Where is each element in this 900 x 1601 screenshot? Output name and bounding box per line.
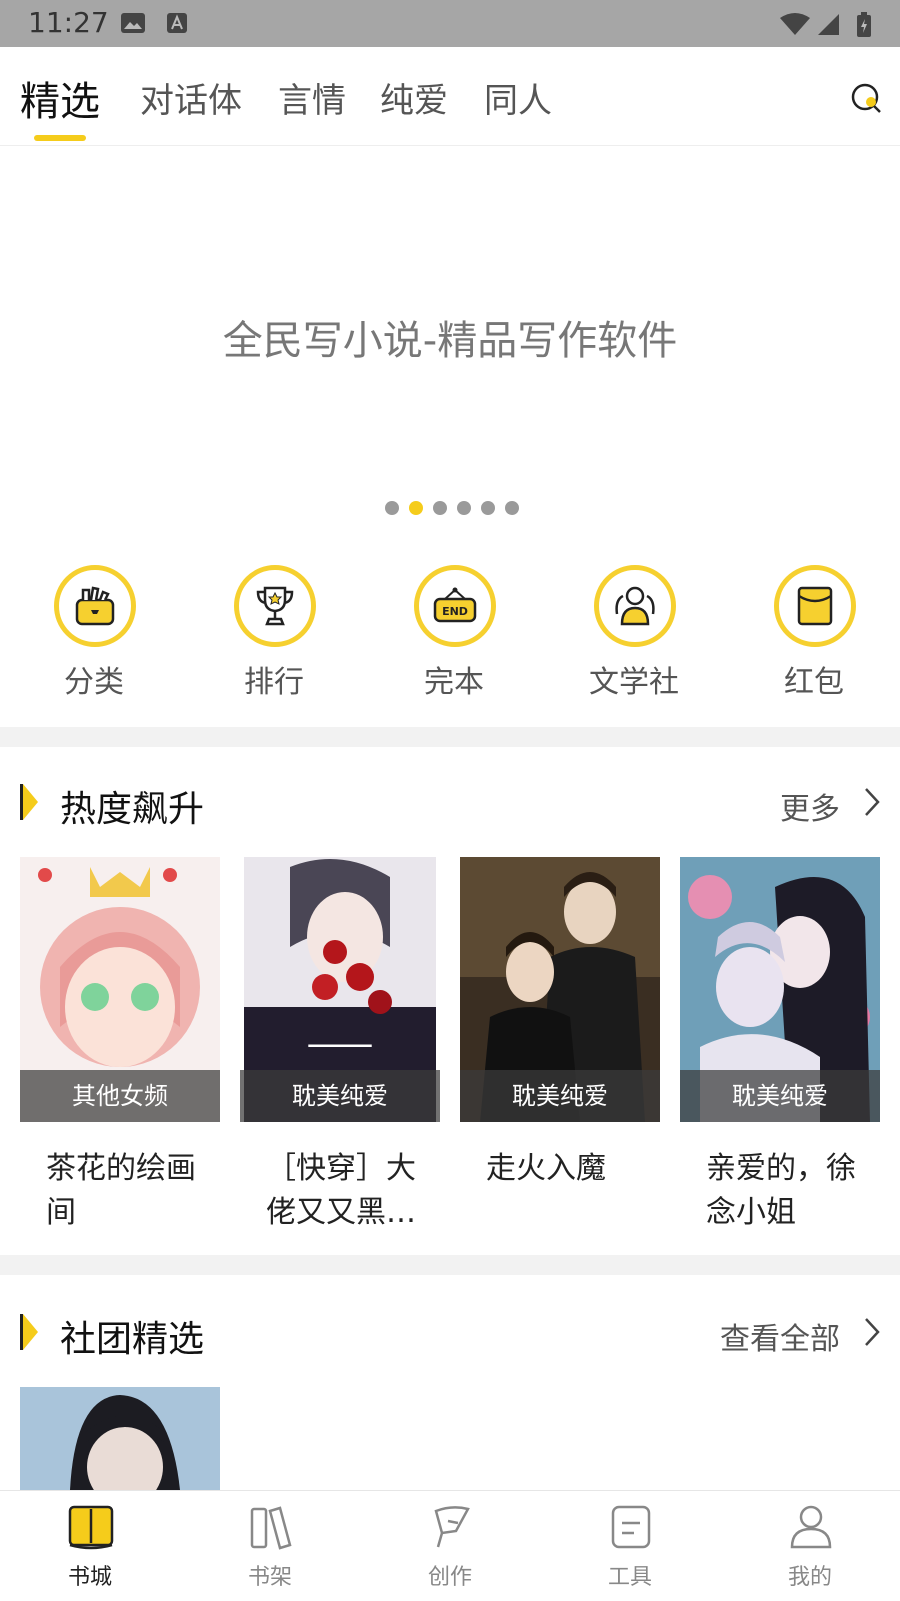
- carousel-dots: [0, 501, 900, 515]
- book-tag: 耽美纯爱: [460, 1070, 660, 1122]
- svg-text:⸺: ⸺: [306, 1021, 373, 1067]
- nav-create[interactable]: 创作: [390, 1491, 510, 1601]
- bookshelf-icon: [250, 1506, 292, 1550]
- tab-pure-love[interactable]: 纯爱: [380, 73, 448, 122]
- book-cover: 耽美纯爱: [460, 857, 660, 1122]
- document-tool-icon: [611, 1505, 651, 1549]
- entry-ranking-label: 排行: [244, 665, 304, 700]
- club-people-icon: [594, 565, 676, 647]
- nav-bookstore[interactable]: 书城: [30, 1491, 150, 1601]
- tab-fan-fiction[interactable]: 同人: [484, 73, 552, 122]
- entry-completed-label: 完本: [424, 665, 484, 700]
- entry-literary-club-label: 文学社: [589, 665, 679, 700]
- status-time: 11:27: [28, 6, 109, 39]
- nav-tools[interactable]: 工具: [570, 1491, 690, 1601]
- book-tag: 耽美纯爱: [240, 1070, 440, 1122]
- carousel-dot: [481, 501, 495, 515]
- chevron-right-icon[interactable]: [862, 786, 882, 818]
- nav-bookshelf[interactable]: 书架: [210, 1491, 330, 1601]
- nav-profile[interactable]: 我的: [750, 1491, 870, 1601]
- entry-red-envelope-label: 红包: [784, 665, 844, 700]
- entry-category-label: 分类: [64, 665, 124, 700]
- category-tabs: 精选 对话体 言情 纯爱 同人: [0, 47, 900, 146]
- carousel-dot: [505, 501, 519, 515]
- carousel-dot-active: [409, 501, 423, 515]
- svg-text:END: END: [442, 605, 468, 618]
- section-divider: [0, 1255, 900, 1275]
- nav-bookshelf-label: 书架: [247, 1565, 292, 1590]
- active-tab-indicator: [34, 135, 86, 141]
- book-title: 茶花的绘画间: [46, 1151, 196, 1230]
- hot-more-link[interactable]: 更多: [780, 784, 840, 828]
- open-book-icon: [68, 1505, 114, 1550]
- red-envelope-icon: [774, 565, 856, 647]
- nav-bookstore-label: 书城: [67, 1565, 112, 1590]
- book-cover: 其他女频: [20, 857, 220, 1122]
- tab-romance[interactable]: 言情: [278, 73, 346, 122]
- book-cover: ⸺ 耽美纯爱: [240, 857, 440, 1122]
- club-section-header: 社团精选 查看全部: [0, 1302, 900, 1362]
- tab-dialogue[interactable]: 对话体: [140, 73, 242, 122]
- section-flag-icon: [20, 784, 38, 820]
- section-divider: [0, 727, 900, 747]
- hot-section-header: 热度飙升 更多: [0, 772, 900, 832]
- status-bar: 11:27: [0, 0, 900, 47]
- category-bag-icon: [54, 565, 136, 647]
- battery-icon: [857, 12, 871, 37]
- book-title: 亲爱的，徐念小姐: [706, 1151, 856, 1230]
- quick-entries: 分类 排行 END 完本 文学社 红包: [0, 565, 900, 700]
- pen-create-icon: [434, 1506, 470, 1548]
- club-cover-image[interactable]: [20, 1387, 220, 1490]
- book-cover: 耽美纯爱: [680, 857, 880, 1122]
- bottom-nav: 书城 书架 创作 工具 我的: [0, 1490, 900, 1601]
- search-icon[interactable]: [850, 82, 882, 114]
- signal-icon: [818, 14, 839, 35]
- image-notification-icon: [121, 13, 145, 33]
- book-title: ［快穿］大佬又又黑…: [266, 1151, 416, 1230]
- carousel-dot: [457, 501, 471, 515]
- section-flag-icon: [20, 1314, 38, 1350]
- hot-section-title: 热度飙升: [60, 789, 205, 830]
- tab-featured[interactable]: 精选: [20, 69, 100, 127]
- carousel-dot: [433, 501, 447, 515]
- book-tag: 其他女频: [20, 1070, 220, 1122]
- nav-create-label: 创作: [427, 1565, 472, 1590]
- hot-book-list: 其他女频 茶花的绘画间 ⸺ 耽美纯爱 ［快穿］大佬又又黑… 耽美纯爱 走火入魔 …: [0, 857, 900, 1230]
- end-sign-icon: END: [414, 565, 496, 647]
- carousel-dot: [385, 501, 399, 515]
- user-profile-icon: [790, 1505, 832, 1549]
- book-tag: 耽美纯爱: [680, 1070, 880, 1122]
- banner-text: 全民写小说-精品写作软件: [222, 318, 678, 364]
- chevron-right-icon[interactable]: [862, 1316, 882, 1348]
- nav-tools-label: 工具: [607, 1565, 652, 1590]
- club-section-title: 社团精选: [60, 1319, 205, 1360]
- nav-profile-label: 我的: [787, 1565, 832, 1590]
- club-view-all-link[interactable]: 查看全部: [720, 1314, 840, 1358]
- trophy-icon: [234, 565, 316, 647]
- banner-carousel[interactable]: 全民写小说-精品写作软件: [0, 146, 900, 546]
- wifi-icon: [780, 13, 810, 35]
- book-title: 走火入魔: [486, 1151, 606, 1186]
- text-notification-icon: [167, 13, 187, 33]
